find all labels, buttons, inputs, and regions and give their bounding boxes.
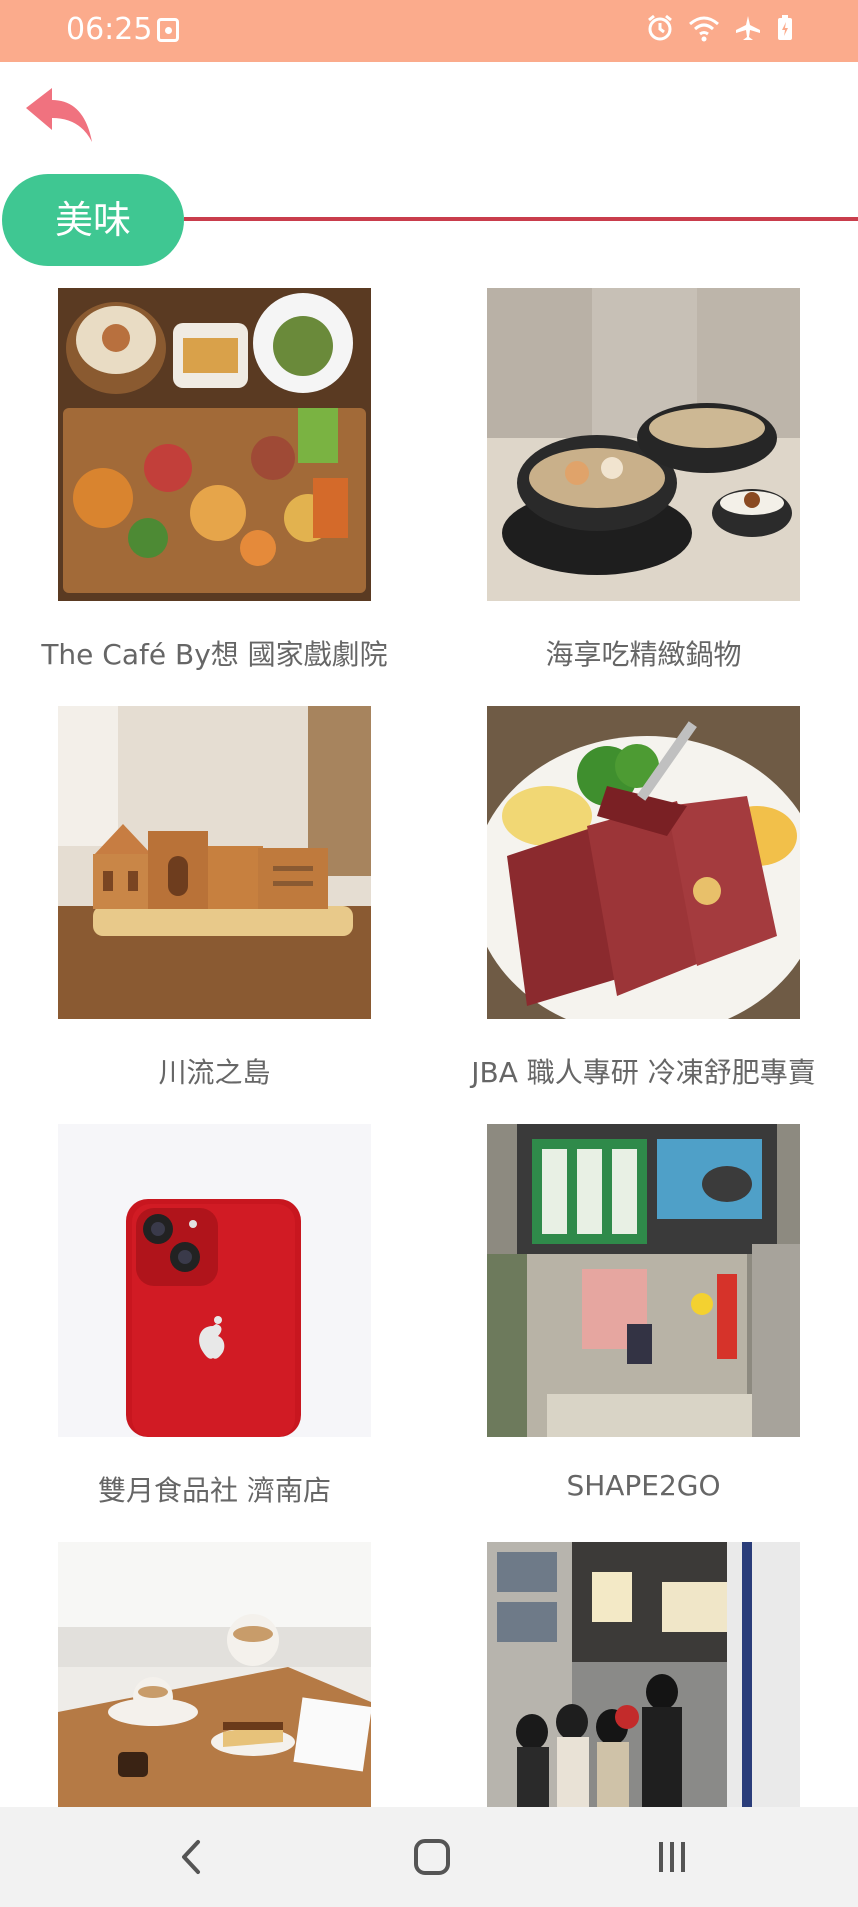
nav-home-button[interactable]: [402, 1832, 462, 1882]
navigation-bar: [0, 1807, 858, 1907]
status-icons: [646, 14, 794, 46]
undo-arrow-icon: [26, 88, 92, 142]
notification-icon: [157, 18, 179, 42]
steak-photo: [487, 706, 800, 1019]
back-button[interactable]: [22, 84, 98, 150]
hotpot-photo: [487, 288, 800, 601]
place-card[interactable]: SHAPE2GO: [429, 1124, 858, 1542]
place-name: The Café By想 國家戲劇院: [41, 638, 388, 671]
airplane-mode-icon: [734, 14, 762, 46]
place-card[interactable]: The Café By想 國家戲劇院: [0, 288, 429, 706]
storefront-photo: [487, 1124, 800, 1437]
red-phone-photo: [58, 1124, 371, 1437]
place-name: SHAPE2GO: [566, 1469, 721, 1502]
status-time: 06:25: [66, 12, 153, 47]
place-card[interactable]: 雙月食品社 濟南店: [0, 1124, 429, 1542]
status-bar: 06:25: [0, 0, 858, 62]
place-card[interactable]: JBA 職人專研 冷凍舒肥專賣: [429, 706, 858, 1124]
category-divider: [184, 217, 858, 221]
place-card[interactable]: 海享吃精緻鍋物: [429, 288, 858, 706]
recents-nav-icon: [659, 1842, 685, 1872]
nav-back-button[interactable]: [162, 1832, 222, 1882]
place-name: 川流之島: [158, 1056, 271, 1089]
nav-recents-button[interactable]: [642, 1832, 702, 1882]
place-name: JBA 職人專研 冷凍舒肥專賣: [471, 1056, 816, 1089]
alarm-icon: [646, 14, 674, 46]
back-nav-icon: [182, 1840, 200, 1874]
cake-house-photo: [58, 706, 371, 1019]
platter-photo: [58, 288, 371, 601]
home-nav-icon: [414, 1839, 450, 1875]
place-name: 雙月食品社 濟南店: [98, 1474, 331, 1507]
place-name: 海享吃精緻鍋物: [545, 638, 742, 671]
wifi-icon: [688, 14, 720, 46]
category-tag: 美味: [2, 174, 184, 266]
battery-charging-icon: [776, 14, 794, 46]
place-card[interactable]: 川流之島: [0, 706, 429, 1124]
